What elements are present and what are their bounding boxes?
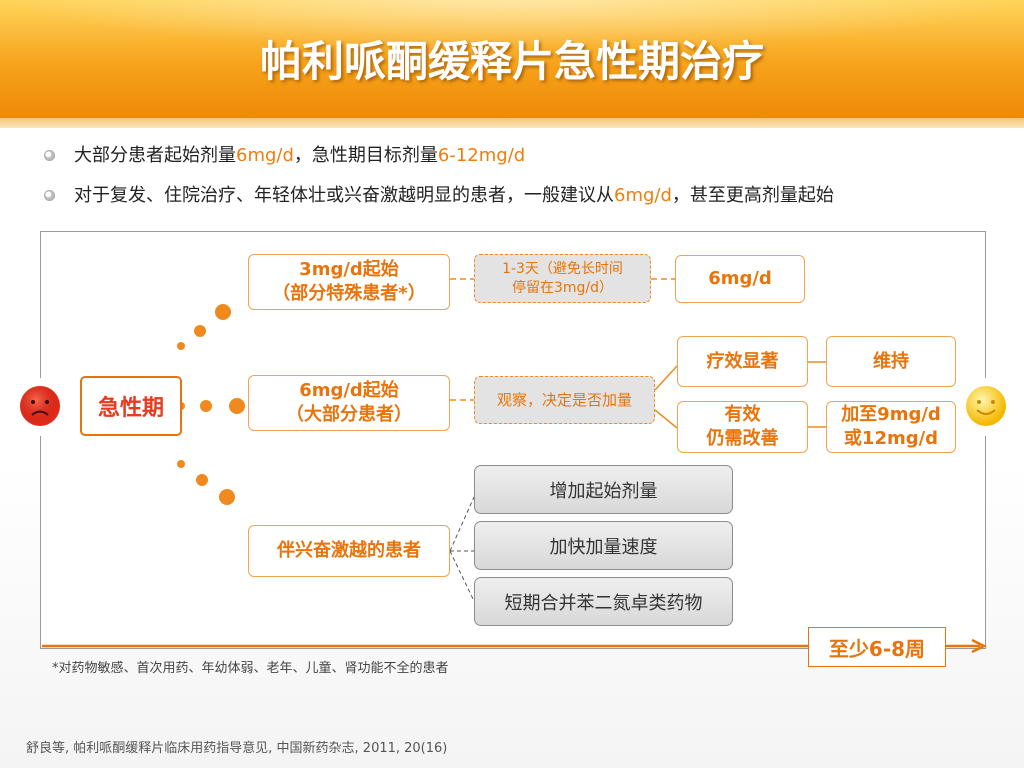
citation: 舒良等, 帕利哌酮缓释片临床用药指导意见, 中国新药杂志, 2011, 20(1… (26, 741, 448, 756)
option-add-benzodiazepine: 短期合并苯二氮卓类药物 (474, 577, 733, 626)
option-faster-titration: 加快加量速度 (474, 521, 733, 570)
start-3mg-box: 3mg/d起始 （部分特殊患者*） (248, 254, 450, 310)
dot-mid-2 (200, 400, 212, 412)
improve-line1: 有效 (724, 404, 761, 425)
dose-6mg-box: 6mg/d (675, 255, 805, 303)
transition-1-3-days-box: 1-3天（避免长时间 停留在3mg/d） (474, 254, 651, 303)
observe-decide-box: 观察，决定是否加量 (474, 376, 655, 424)
connector-bot-3 (449, 550, 475, 602)
happy-face-icon (966, 386, 1006, 426)
branch-dots (177, 304, 245, 505)
transition-line2: 停留在3mg/d） (511, 279, 614, 296)
transition-line1: 1-3天（避免长时间 (502, 260, 623, 277)
dot-bot-3 (219, 489, 235, 505)
dot-top-1 (177, 342, 185, 350)
footnote: *对药物敏感、首次用药、年幼体弱、老年、儿童、肾功能不全的患者 (52, 661, 449, 676)
connector-mid-down (654, 409, 678, 429)
effective-box: 疗效显著 (677, 336, 808, 387)
connector-mid-up (654, 365, 678, 391)
dot-bot-1 (177, 460, 185, 468)
start-6mg-line1: 6mg/d起始 (299, 380, 399, 401)
dot-bot-2 (196, 474, 208, 486)
dot-mid-3 (229, 398, 245, 414)
needs-improvement-box: 有效 仍需改善 (677, 401, 808, 453)
acute-phase-box: 急性期 (80, 376, 182, 436)
dot-top-2 (194, 325, 206, 337)
increase-line2: 或12mg/d (843, 428, 939, 449)
improve-line2: 仍需改善 (706, 428, 779, 449)
increase-dose-box: 加至9mg/d 或12mg/d (826, 401, 956, 453)
increase-line1: 加至9mg/d (841, 404, 941, 425)
duration-label: 至少6-8周 (808, 627, 946, 667)
option-increase-start-dose: 增加起始剂量 (474, 465, 733, 514)
agitated-patients-box: 伴兴奋激越的患者 (248, 525, 450, 577)
start-6mg-box: 6mg/d起始 （大部分患者） (248, 375, 450, 431)
start-3mg-line1: 3mg/d起始 (299, 259, 399, 280)
maintain-box: 维持 (826, 336, 956, 387)
start-6mg-line2: （大部分患者） (286, 404, 412, 425)
connector-bot-1 (449, 496, 475, 552)
start-3mg-line2: （部分特殊患者*） (272, 283, 426, 304)
sad-face-icon (20, 386, 60, 426)
dot-top-3 (215, 304, 231, 320)
